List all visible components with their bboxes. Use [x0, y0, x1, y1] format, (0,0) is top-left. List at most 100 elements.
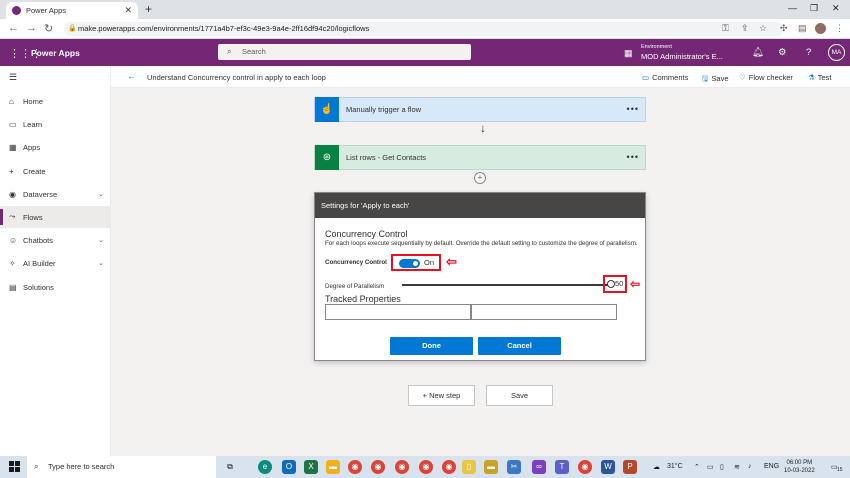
teams-icon[interactable]: T [555, 460, 569, 474]
sidebar-item-home[interactable]: ⌂ Home [0, 90, 111, 112]
environment-icon[interactable]: ▦ [624, 48, 633, 59]
close-tab-icon[interactable]: ✕ [124, 5, 132, 16]
tracked-property-key-input[interactable] [325, 304, 471, 320]
battery-icon[interactable]: ▯ [720, 463, 724, 471]
lock-icon[interactable]: 🔒 [68, 22, 77, 36]
environment-name[interactable]: MOD Administrator's E... [641, 52, 723, 61]
close-window-icon[interactable]: ✕ [832, 3, 840, 14]
windows-start-icon[interactable] [9, 461, 20, 472]
minimize-icon[interactable]: — [788, 3, 797, 13]
chrome-active-icon[interactable]: ◉ [442, 460, 456, 474]
list-rows-card[interactable]: ⊛ List rows - Get Contacts ••• [314, 145, 646, 170]
new-tab-button[interactable]: + [145, 2, 152, 16]
forward-icon[interactable]: → [26, 22, 37, 34]
avatar[interactable]: MA [828, 44, 845, 61]
extensions-icon[interactable]: ✣ [780, 23, 788, 34]
browser-tab[interactable]: Power Apps ✕ [6, 2, 138, 19]
task-view-icon[interactable]: ⧉ [223, 460, 237, 474]
temperature[interactable]: 31°C [667, 463, 683, 470]
taskbar-clock[interactable]: 06:00 PM 10-03-2022 [784, 459, 815, 475]
parallelism-slider-track[interactable] [402, 284, 612, 286]
powerpoint-icon[interactable]: P [623, 460, 637, 474]
edge-icon[interactable]: e [258, 460, 272, 474]
chevron-up-icon[interactable]: ⌃ [694, 463, 700, 471]
word-icon[interactable]: W [601, 460, 615, 474]
windows-taskbar: ⌕ Type here to search ⧉ e O X ▬ ◉ ◉ ◉ ◉ … [0, 456, 850, 478]
share-icon[interactable]: ⇪ [741, 23, 749, 34]
browser-toolbar: ← → ↻ 🔒 make.powerapps.com/environments/… [0, 19, 850, 39]
sidebar-item-label: Apps [23, 142, 41, 152]
sidebar-item-learn[interactable]: ▭ Learn [0, 113, 111, 135]
done-button[interactable]: Done [390, 337, 473, 355]
trigger-title: Manually trigger a flow [346, 105, 422, 114]
maximize-icon[interactable]: ❐ [810, 3, 818, 14]
chevron-down-icon[interactable]: ⌄ [98, 190, 104, 198]
key-icon[interactable]: ⚿ [722, 23, 729, 34]
outlook-icon[interactable]: O [282, 460, 296, 474]
comments-button[interactable]: ▭ Comments [642, 73, 688, 82]
sidebar-item-dataverse[interactable]: ◉ Dataverse ⌄ [0, 183, 111, 205]
folder-icon[interactable]: ▬ [484, 460, 498, 474]
chrome-icon[interactable]: ◉ [348, 460, 362, 474]
network-icon[interactable]: ▭ [707, 463, 714, 471]
language-indicator[interactable]: ENG [764, 463, 779, 470]
visual-studio-icon[interactable]: ∞ [532, 460, 546, 474]
parallelism-slider-thumb[interactable] [607, 280, 615, 288]
sidebar-item-create[interactable]: + Create [0, 160, 111, 182]
save-button[interactable]: 🖫︎ Save [702, 73, 729, 86]
profile-avatar-icon[interactable] [815, 23, 826, 34]
concurrency-description: For each loops execute sequentially by d… [325, 240, 638, 247]
more-options-icon[interactable]: ••• [627, 152, 639, 162]
address-bar[interactable]: 🔒 make.powerapps.com/environments/1771a4… [64, 22, 784, 36]
wifi-icon[interactable]: ≋ [734, 463, 740, 471]
file-explorer-icon[interactable]: ▬ [326, 460, 340, 474]
menu-kebab-icon[interactable]: ⋮ [835, 23, 844, 34]
powerapps-favicon-icon [12, 6, 21, 15]
red-arrow-left-icon: ⇦ [446, 254, 457, 269]
chrome-icon[interactable]: ◉ [395, 460, 409, 474]
reload-icon[interactable]: ↻ [44, 22, 53, 35]
settings-gear-icon[interactable]: ⚙ [778, 47, 787, 58]
bookmark-star-icon[interactable]: ☆ [759, 23, 767, 34]
insert-step-icon[interactable]: + [474, 172, 486, 184]
back-icon[interactable]: ← [8, 22, 19, 34]
flow-checker-button[interactable]: ♡ Flow checker [739, 73, 793, 82]
reading-list-icon[interactable]: ▤ [798, 23, 807, 34]
tracked-property-value-input[interactable] [471, 304, 617, 320]
back-arrow-icon[interactable]: ← [127, 71, 136, 81]
concurrency-toggle-label: Concurrency Control [325, 259, 387, 266]
weather-icon[interactable]: ☁ [653, 463, 660, 471]
chrome-icon[interactable]: ◉ [578, 460, 592, 474]
notepad-icon[interactable]: ▯ [462, 460, 476, 474]
snip-icon[interactable]: ✂ [507, 460, 521, 474]
more-options-icon[interactable]: ••• [627, 104, 639, 114]
chrome-icon[interactable]: ◉ [419, 460, 433, 474]
help-icon[interactable]: ? [806, 47, 811, 58]
sidebar-item-chatbots[interactable]: ☺ Chatbots ⌄ [0, 229, 111, 251]
book-icon: ▭ [9, 119, 17, 129]
chrome-icon[interactable]: ◉ [371, 460, 385, 474]
search-input[interactable]: ⌕ Search [218, 44, 471, 60]
chevron-down-icon[interactable]: ⌄ [98, 236, 104, 244]
red-arrow-left-icon: ⇦ [630, 277, 641, 291]
slider-highlight-box: 50 [603, 275, 627, 293]
trigger-card[interactable]: ☝ Manually trigger a flow ••• [314, 97, 646, 122]
save-flow-button[interactable]: Save [486, 385, 553, 406]
taskbar-search-input[interactable]: ⌕ Type here to search [27, 456, 216, 478]
sidebar-item-label: Learn [23, 119, 43, 129]
dataverse-icon: ⊛ [315, 145, 339, 170]
app-name[interactable]: Power Apps [31, 48, 80, 58]
cancel-button[interactable]: Cancel [478, 337, 561, 355]
volume-icon[interactable]: ♪ [748, 463, 752, 470]
sidebar-item-solutions[interactable]: ▤ Solutions [0, 276, 111, 298]
notification-bell-icon[interactable]: 🔔︎ [752, 47, 764, 58]
sidebar-item-apps[interactable]: ▦ Apps [0, 136, 111, 158]
test-button[interactable]: ⚗ Test [808, 73, 832, 82]
sidebar-item-ai-builder[interactable]: ✧ AI Builder ⌄ [0, 252, 111, 274]
excel-icon[interactable]: X [304, 460, 318, 474]
hamburger-menu-icon[interactable]: ☰ [9, 72, 17, 83]
new-step-button[interactable]: + New step [408, 385, 475, 406]
sidebar-item-flows[interactable]: ⤳ Flows [0, 206, 111, 228]
chevron-down-icon[interactable]: ⌄ [98, 259, 104, 267]
concurrency-toggle[interactable] [399, 259, 420, 268]
